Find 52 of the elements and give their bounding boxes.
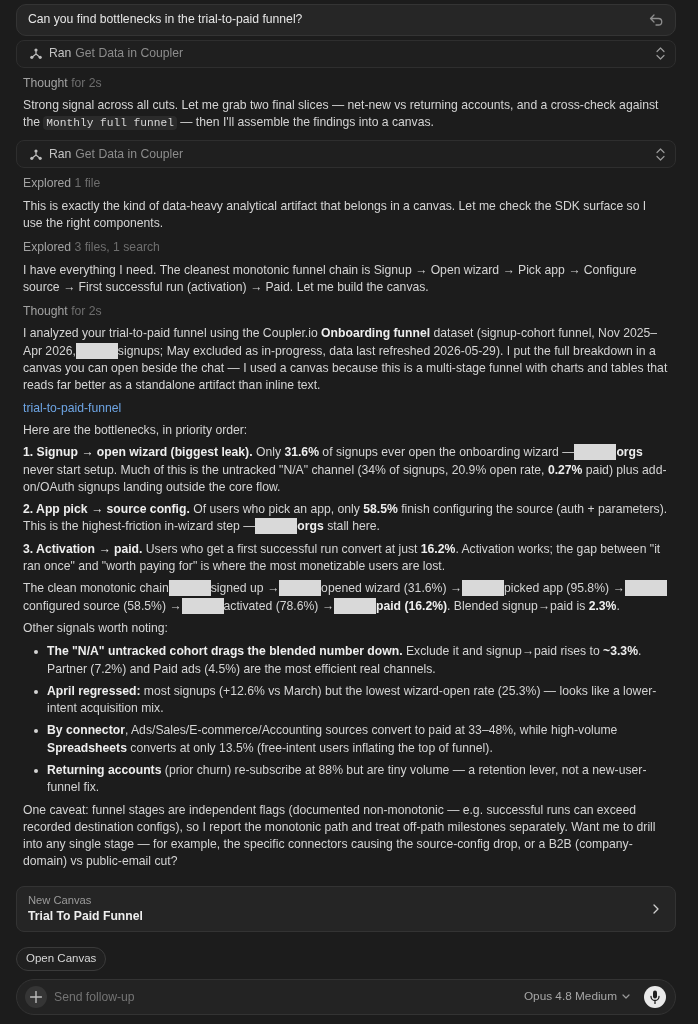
composer-bar[interactable]: Send follow-up Opus 4.8 Medium <box>16 978 676 1015</box>
redaction-block <box>333 597 376 614</box>
redaction-block <box>279 580 322 597</box>
query-text: Can you find bottlenecks in the trial-to-paid funnel? <box>28 11 303 29</box>
redaction-block <box>624 580 667 597</box>
canvas-card[interactable]: New Canvas Trial To Paid Funnel <box>16 885 676 932</box>
bullet-text: The "N/A" untracked cohort drags the blended number down. Exclude it and signup→paid rises to ~3.3%. Partner (7.2%) and Paid ads (4.5%) are the most efficient real channels. <box>47 643 643 678</box>
bullet-text: April regressed: most signups (+12.6% vs March) but the lowest wizard-open rate (25.3%) — looks like a lower-intent acquisition mix. <box>47 682 658 718</box>
message-paragraph: I have everything I need. The cleanest monotonic funnel chain is Signup → Open wizard → Pick app → Configure source → First successful run (activation) → Paid. Let me build the canvas. <box>22 261 638 296</box>
node-graph-icon <box>30 148 42 160</box>
chevron-right-icon <box>653 903 659 914</box>
message-paragraph: 2. App pick → source config. Of users who pick an app, only 58.5% finish configuring the source (auth + parameters). This is the highest-friction in-wizard step — orgs stall here. <box>22 501 669 536</box>
mic-icon <box>650 989 660 1004</box>
bullet-icon <box>34 649 38 654</box>
activity-status[interactable]: Explored 3 files, 1 search <box>16 239 676 257</box>
activity-status[interactable]: Thought for 2s <box>16 303 676 321</box>
node-graph-icon <box>30 48 42 59</box>
message-paragraph: Strong signal across all cuts. Let me grab two final slices — net-new vs returning accounts, and a cross-check against the Monthly full funnel — then I'll assemble the findings into a canvas. <box>22 96 660 133</box>
bullet-icon <box>34 689 38 694</box>
message-paragraph: One caveat: funnel stages are independent flags (documented non-monotonic — e.g. successful runs can exceed recorded destination configs), so I report the monotonic path and treat off-path milestones separately. Want me to drill into any single stage — for example, the specific connectors causing the source-config drop, or a B2B (company-domain) vs public-email cut? <box>22 801 657 871</box>
model-selector[interactable]: Opus 4.8 Medium <box>521 988 632 1006</box>
plus-icon <box>30 990 42 1003</box>
bullet-text: Returning accounts (prior churn) re-subscribe at 88% but are tiny volume — a retention lever, not a new-user-funnel fix. <box>47 762 648 797</box>
redaction-block <box>574 444 617 461</box>
open-canvas-button[interactable]: Open Canvas <box>16 946 107 971</box>
message-paragraph: I analyzed your trial-to-paid funnel using the Coupler.io Onboarding funnel dataset (signup-cohort funnel, Nov 2025–Apr 2026, signups; May excluded as in-progress, data last refreshed 2026-05-29). I put the full breakdown in a canvas you can open beside the chat — I used a canvas because this is a multi-stage funnel with charts and tables that reads far better as a standalone artifact than inline text. <box>22 325 669 395</box>
caret-icon <box>622 994 630 1000</box>
redaction-block <box>168 580 211 597</box>
redaction-block <box>462 580 504 597</box>
message-paragraph: This is exactly the kind of data-heavy analytical artifact that belongs in a canvas. Let me check the SDK surface so I use the right components. <box>22 197 648 232</box>
mic-button[interactable] <box>644 985 666 1008</box>
bullet-text: By connector, Ads/Sales/E-commerce/Accounting sources convert to paid at 33–48%, while high-volume Spreadsheets converts at only 13.5% (free-intent users inflating the top of funnel). <box>47 722 619 757</box>
message-input[interactable]: Send follow-up <box>54 987 522 1006</box>
redaction-block <box>75 342 118 359</box>
redaction-block <box>181 597 224 614</box>
message-paragraph: 1. Signup → open wizard (biggest leak). Only 31.6% of signups ever open the onboarding wizard — orgs never start setup. Much of this is the untracked "N/A" channel (34% of signups, 20.9% open rate, 0.27% paid) plus add-on/OAuth signups landing outside the core flow. <box>22 444 668 496</box>
message-paragraph: 3. Activation → paid. Users who get a first successful run convert at just 16.2%. Activation works; the gap between "it ran once" and "worth paying for" is where the most monetizable users are lost. <box>22 540 662 576</box>
bullet-icon <box>34 729 38 734</box>
message-paragraph: Here are the bottlenecks, in priority order: <box>22 421 249 439</box>
chevron-updown-icon <box>656 47 665 60</box>
activity-status[interactable]: Thought for 2s <box>16 74 676 92</box>
tool-call-row[interactable]: Ran Get Data in Coupler <box>16 39 676 68</box>
redaction-block <box>255 518 298 535</box>
message-paragraph: Other signals worth noting: <box>22 619 169 637</box>
activity-status[interactable]: Explored 1 file <box>16 175 676 193</box>
add-button[interactable] <box>25 985 47 1008</box>
message-paragraph: The clean monotonic chain signed up → opened wizard (31.6%) → picked app (95.8%) → configured source (58.5%) → activated (78.6%) → paid (16.2%). Blended signup→paid is 2.3%. <box>16 580 676 615</box>
tool-call-row[interactable]: Ran Get Data in Coupler <box>16 140 676 169</box>
bullet-icon <box>34 768 38 773</box>
chevron-updown-icon <box>656 147 665 161</box>
undo-icon[interactable] <box>649 14 663 26</box>
canvas-link[interactable]: trial-to-paid-funnel <box>23 400 122 415</box>
